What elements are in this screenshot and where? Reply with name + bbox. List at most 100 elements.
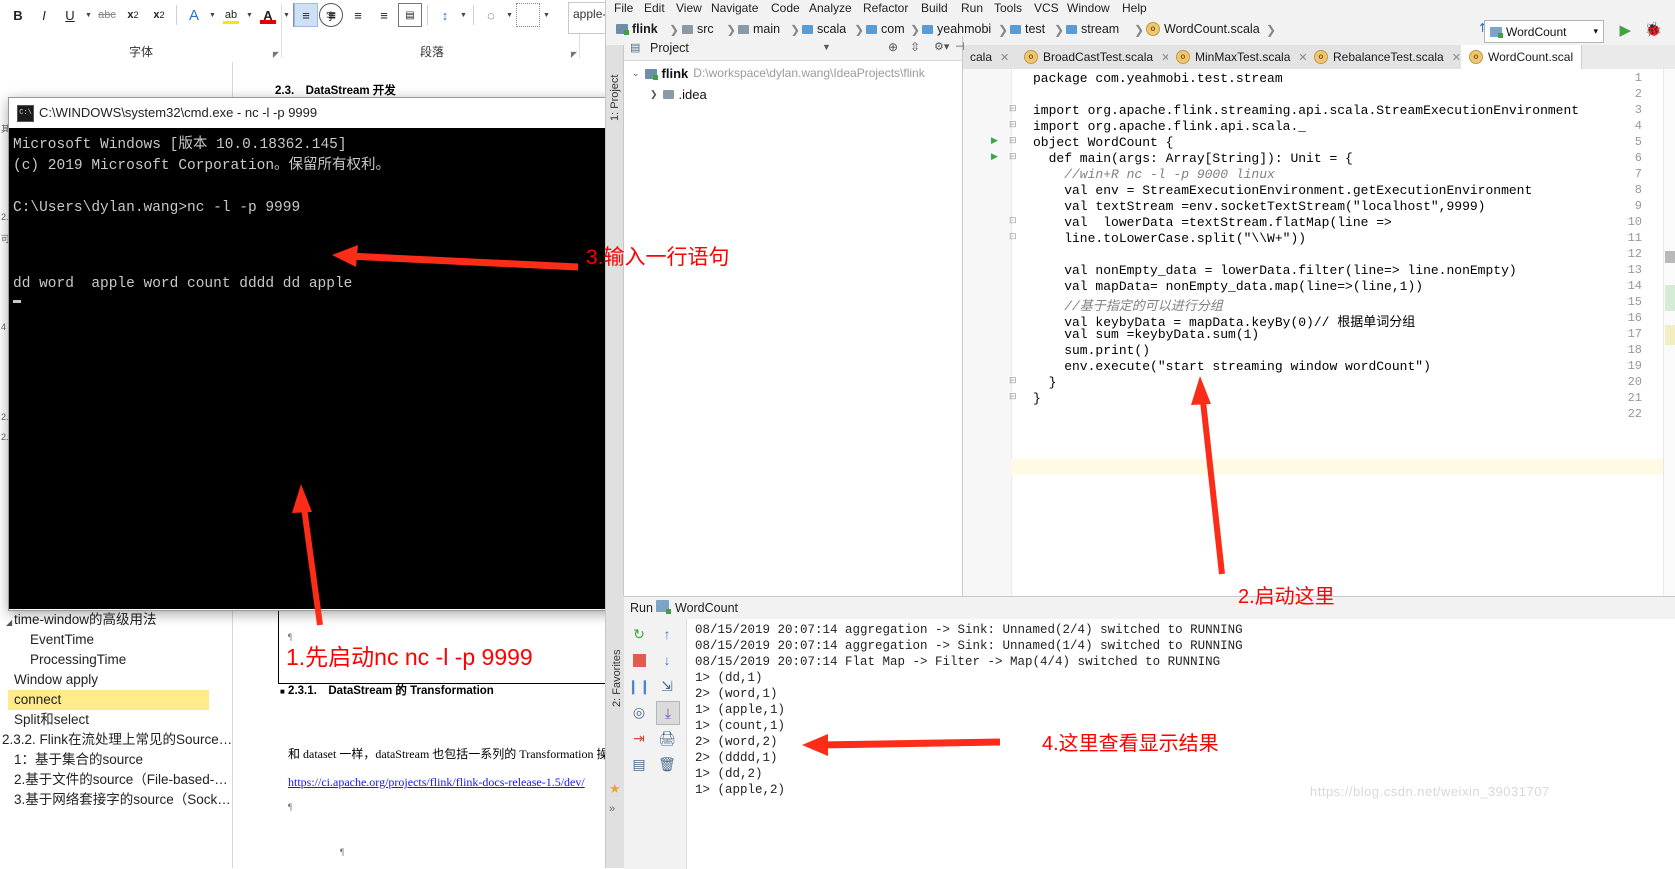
menu-navigate[interactable]: Navigate (711, 1, 758, 15)
close-icon[interactable]: ✕ (1452, 51, 1461, 64)
project-strip-label[interactable]: 1: Project (609, 61, 621, 121)
breadcrumb-scala[interactable]: scala (802, 22, 846, 36)
paragraph-dialog-launcher-icon[interactable]: ◤ (571, 50, 577, 59)
run-console-output[interactable]: 08/15/2019 20:07:14 aggregation -> Sink:… (687, 619, 1675, 869)
font-color-icon[interactable]: A (256, 3, 280, 27)
more-icon[interactable]: » (609, 803, 615, 815)
hide-icon[interactable]: ⊣ (955, 40, 965, 53)
pause-icon[interactable]: ❙❙ (627, 675, 650, 697)
line-spacing-chevron-down-icon[interactable]: ▼ (459, 12, 468, 19)
close-icon[interactable]: ✕ (1000, 51, 1009, 64)
menu-run[interactable]: Run (961, 1, 983, 15)
fold-icon[interactable]: ⊡ (1009, 231, 1017, 242)
fold-icon[interactable]: ⊟ (1009, 391, 1017, 402)
breadcrumb-src[interactable]: src (682, 22, 714, 36)
tree-node-flink[interactable]: ⌄ flink D:\workspace\dylan.wang\IdeaProj… (632, 64, 925, 83)
resume-icon[interactable]: ⇥ (628, 727, 650, 749)
line-spacing-icon[interactable]: ↕ (433, 3, 457, 27)
nav-item-time-window-advanced[interactable]: time-window的高级用法 (14, 610, 157, 630)
chevron-down-icon[interactable]: ▼ (822, 42, 831, 52)
menu-vcs[interactable]: VCS (1034, 1, 1059, 15)
down-icon[interactable]: ↓ (656, 649, 678, 671)
up-icon[interactable]: ↑ (656, 623, 678, 645)
breadcrumb-stream[interactable]: stream (1066, 22, 1119, 36)
breadcrumb-flink[interactable]: flink (616, 22, 658, 36)
menu-refactor[interactable]: Refactor (863, 1, 908, 15)
nav-item-socket-source[interactable]: 3.基于网络套接字的source（Sock… (14, 790, 231, 810)
nav-item-collection-source[interactable]: 1：基于集合的source (14, 750, 143, 770)
nav-item-window-apply[interactable]: Window apply (14, 670, 98, 690)
menu-analyze[interactable]: Analyze (809, 1, 852, 15)
tab-minmaxtest[interactable]: o MinMaxTest.scala ✕ (1168, 45, 1317, 69)
text-effects-chevron-down-icon[interactable]: ▼ (208, 12, 217, 19)
rerun-icon[interactable]: ↻ (628, 623, 650, 645)
menu-window[interactable]: Window (1067, 1, 1110, 15)
settings-icon[interactable]: ▤ (628, 753, 650, 775)
underline-chevron-down-icon[interactable]: ▼ (84, 12, 93, 19)
menu-edit[interactable]: Edit (644, 1, 665, 15)
collapse-triangle-icon[interactable]: ◢ (6, 618, 12, 627)
align-left-button[interactable]: ≡ (294, 3, 318, 27)
doc-external-link[interactable]: https://ci.apache.org/projects/flink/fli… (288, 775, 585, 790)
superscript-button[interactable]: x2 (147, 3, 171, 27)
run-icon[interactable]: ▶ (1619, 21, 1631, 39)
strikethrough-button[interactable]: abc (95, 3, 119, 27)
code-editor[interactable]: 1 2 3 4 5 6 7 8 9 10 11 12 13 14 15 16 1… (963, 69, 1675, 600)
borders-chevron-down-icon[interactable]: ▼ (542, 12, 551, 19)
font-dialog-launcher-icon[interactable]: ◤ (273, 50, 279, 59)
bold-button[interactable]: B (6, 3, 30, 27)
idea-menubar[interactable]: File Edit View Navigate Code Analyze Ref… (606, 0, 1675, 17)
align-center-button[interactable]: ≡ (320, 3, 344, 27)
chevron-down-icon[interactable]: ⌄ (632, 64, 640, 83)
fold-icon[interactable]: ⊟ (1009, 151, 1017, 162)
underline-button[interactable]: U (58, 3, 82, 27)
fold-icon[interactable]: ⊟ (1009, 103, 1017, 114)
menu-view[interactable]: View (676, 1, 702, 15)
nav-item-file-source[interactable]: 2.基于文件的source（File-based-… (14, 770, 228, 790)
nav-item-processingtime[interactable]: ProcessingTime (30, 650, 126, 670)
star-icon[interactable]: ★ (609, 781, 621, 797)
fold-icon[interactable]: ⊡ (1009, 215, 1017, 226)
trash-icon[interactable]: 🗑 (656, 753, 678, 775)
highlight-color-icon[interactable]: ab (219, 3, 243, 27)
editor-gutter[interactable] (963, 69, 1012, 600)
favorites-strip-label[interactable]: 2: Favorites (611, 637, 623, 707)
italic-button[interactable]: I (32, 3, 56, 27)
justify-button[interactable]: ≡ (372, 3, 396, 27)
chevron-down-icon[interactable]: ▾ (1593, 26, 1598, 37)
run-configuration-selector[interactable]: WordCount ▾ (1484, 20, 1604, 43)
nav-item-split-select[interactable]: Split和select (14, 710, 89, 730)
marker[interactable] (1665, 325, 1675, 345)
highlight-chevron-down-icon[interactable]: ▼ (245, 12, 254, 19)
breadcrumb-test[interactable]: test (1010, 22, 1045, 36)
nav-item-eventtime[interactable]: EventTime (30, 630, 94, 650)
shading-icon[interactable]: ◌ (479, 3, 503, 27)
tab-wordcount[interactable]: o WordCount.scal (1461, 45, 1583, 70)
run-gutter-icon[interactable]: ▶ (991, 135, 998, 146)
menu-file[interactable]: File (614, 1, 633, 15)
menu-tools[interactable]: Tools (994, 1, 1022, 15)
align-right-button[interactable]: ≡ (346, 3, 370, 27)
stop-icon[interactable] (628, 649, 650, 671)
marker[interactable] (1665, 285, 1675, 311)
gear-icon[interactable]: ⚙▾ (934, 40, 949, 53)
breadcrumb-com[interactable]: com (866, 22, 905, 36)
chevron-right-icon[interactable]: ❯ (650, 85, 658, 104)
fold-icon[interactable]: ⊟ (1009, 135, 1017, 146)
nav-item-common-source[interactable]: 2.3.2. Flink在流处理上常见的Source… (2, 730, 232, 750)
tab-rebalancetest[interactable]: o RebalanceTest.scala ✕ (1306, 45, 1470, 69)
shading-chevron-down-icon[interactable]: ▼ (505, 12, 514, 19)
project-toolwindow-strip[interactable]: 1: Project (606, 45, 624, 600)
distributed-button[interactable]: ▤ (398, 3, 422, 27)
breadcrumb-main[interactable]: main (738, 22, 780, 36)
menu-code[interactable]: Code (771, 1, 800, 15)
menu-build[interactable]: Build (921, 1, 948, 15)
run-gutter-icon[interactable]: ▶ (991, 151, 998, 162)
collapse-all-icon[interactable]: ⇳ (910, 40, 920, 54)
favorites-toolwindow-strip[interactable]: 2: Favorites ★ » (606, 596, 625, 868)
debug-icon[interactable]: 🐞 (1645, 21, 1662, 38)
tab-partial[interactable]: cala ✕ (962, 45, 1019, 69)
breadcrumb-wordcount-scala[interactable]: o WordCount.scala (1146, 22, 1260, 36)
fold-icon[interactable]: ⊟ (1009, 119, 1017, 130)
text-effects-icon[interactable]: A (182, 3, 206, 27)
